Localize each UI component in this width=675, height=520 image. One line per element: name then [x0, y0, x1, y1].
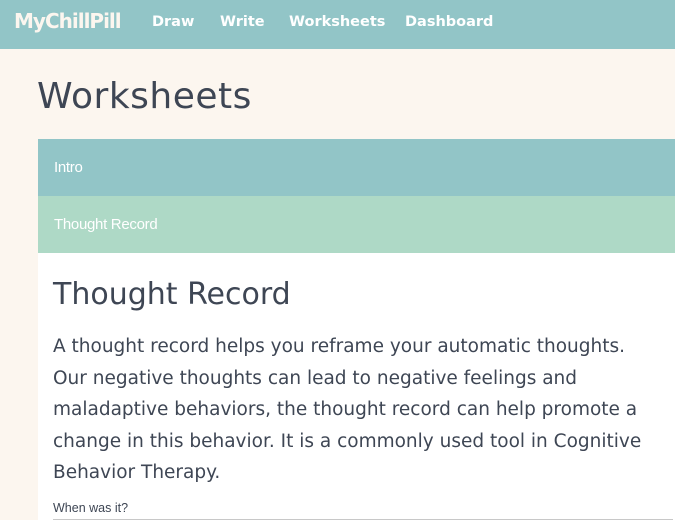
thought-record-panel: Thought Record A thought record helps yo…	[38, 253, 675, 520]
nav-link-worksheets[interactable]: Worksheets	[289, 14, 385, 30]
page-title: Worksheets	[37, 76, 252, 117]
accordion-item-intro[interactable]: Intro	[38, 139, 675, 196]
accordion-item-thought-record[interactable]: Thought Record	[38, 196, 675, 253]
worksheet-title: Thought Record	[53, 277, 291, 312]
brand-logo[interactable]: MyChillPill	[14, 9, 122, 33]
worksheet-accordion: Intro Thought Record	[38, 139, 675, 253]
top-navbar: MyChillPill Draw Write Worksheets Dashbo…	[0, 0, 675, 49]
worksheet-description: A thought record helps you reframe your …	[53, 336, 642, 483]
nav-link-write[interactable]: Write	[220, 14, 265, 30]
nav-link-dashboard[interactable]: Dashboard	[405, 14, 493, 30]
when-was-it-label: When was it?	[53, 501, 129, 515]
nav-link-draw[interactable]: Draw	[152, 14, 194, 30]
